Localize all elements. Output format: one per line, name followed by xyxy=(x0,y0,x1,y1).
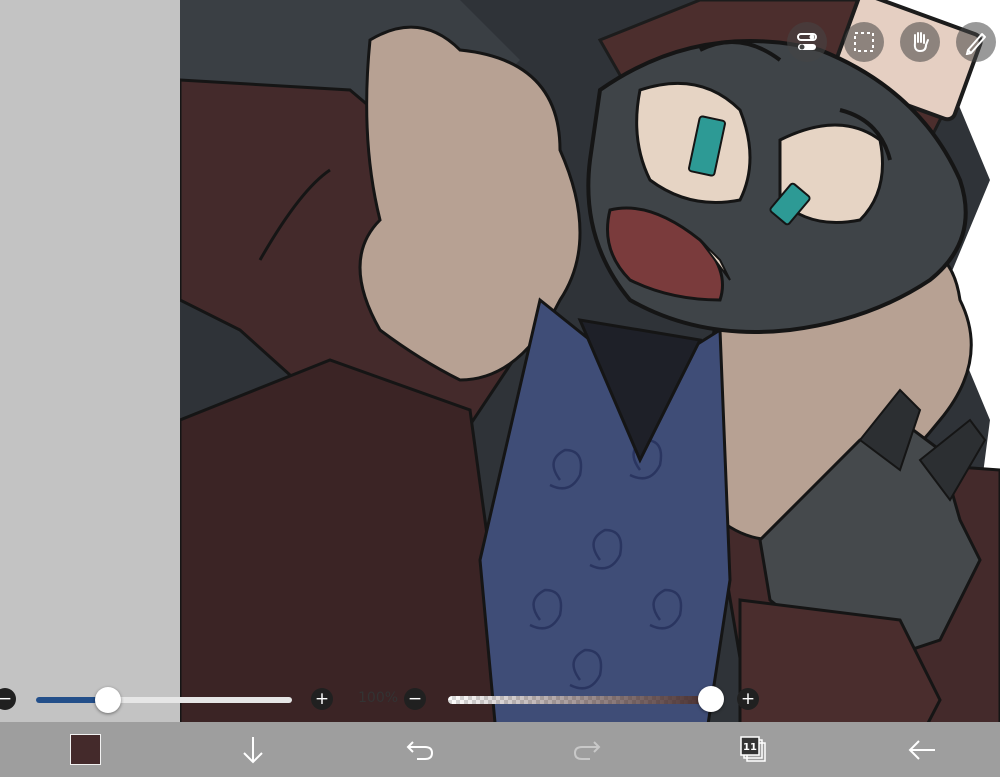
back-button[interactable] xyxy=(900,730,944,770)
brush-size-increase-button[interactable]: + xyxy=(311,688,333,710)
selection-icon xyxy=(854,32,874,52)
layers-button[interactable]: 11 xyxy=(732,730,776,770)
layers-icon: 11 xyxy=(740,736,766,762)
left-panel xyxy=(0,0,180,777)
opacity-label: 100% xyxy=(358,690,399,706)
selection-tool-button[interactable] xyxy=(844,22,884,62)
hand-icon xyxy=(913,32,929,53)
ruler-icon xyxy=(965,33,986,55)
undo-icon xyxy=(406,741,434,760)
redo-icon xyxy=(573,741,601,760)
bottom-toolbar: 11 xyxy=(0,722,1000,777)
hand-tool-button[interactable] xyxy=(900,22,940,62)
toggle-settings-icon xyxy=(797,33,817,50)
drawing-canvas[interactable] xyxy=(178,0,1000,777)
download-button[interactable] xyxy=(231,730,275,770)
brush-size-slider[interactable] xyxy=(36,687,292,713)
undo-button[interactable] xyxy=(398,730,442,770)
opacity-increase-button[interactable]: + xyxy=(737,688,759,710)
layers-count: 11 xyxy=(743,742,757,753)
opacity-decrease-button[interactable]: − xyxy=(404,688,426,710)
redo-button[interactable] xyxy=(565,730,609,770)
toggle-settings-button[interactable] xyxy=(787,22,827,62)
ruler-tool-button[interactable] xyxy=(956,22,996,62)
opacity-slider[interactable] xyxy=(448,686,725,712)
artwork xyxy=(178,0,1000,777)
download-arrow-icon xyxy=(243,737,263,764)
back-arrow-icon xyxy=(908,740,935,760)
drawing-app: − + 100% − + 11 xyxy=(0,0,1000,777)
brush-size-thumb[interactable] xyxy=(94,687,121,713)
current-color-swatch[interactable] xyxy=(70,734,101,765)
